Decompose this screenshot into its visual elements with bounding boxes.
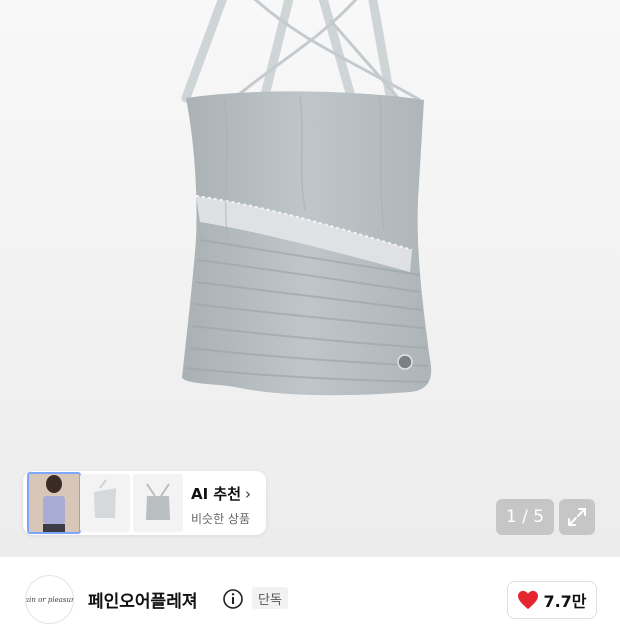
ai-recommend-card[interactable]: AI 추천 › 비슷한 상품 <box>23 471 266 535</box>
brand-name[interactable]: 페인오어플레져 <box>88 587 197 612</box>
ai-recommend-subtitle: 비슷한 상품 <box>191 512 251 526</box>
like-button[interactable]: 7.7만 <box>507 581 597 619</box>
thumbnail-2[interactable] <box>80 474 130 532</box>
expand-arrows-icon <box>568 508 586 526</box>
thumbnail-3[interactable] <box>133 474 183 532</box>
chevron-right-icon: › <box>245 485 252 503</box>
thumbnail-1[interactable] <box>27 472 81 534</box>
exclusive-badge: 단독 <box>252 587 288 609</box>
info-icon[interactable] <box>222 588 244 610</box>
brand-logo[interactable]: Pain or pleasure <box>25 575 74 624</box>
ai-recommend-title[interactable]: AI 추천 › <box>191 483 251 504</box>
image-counter: 1 / 5 <box>496 499 554 535</box>
product-gallery[interactable]: AI 추천 › 비슷한 상품 1 / 5 <box>0 0 620 557</box>
like-count: 7.7만 <box>543 592 587 611</box>
heart-icon <box>518 590 539 610</box>
expand-button[interactable] <box>559 499 595 535</box>
